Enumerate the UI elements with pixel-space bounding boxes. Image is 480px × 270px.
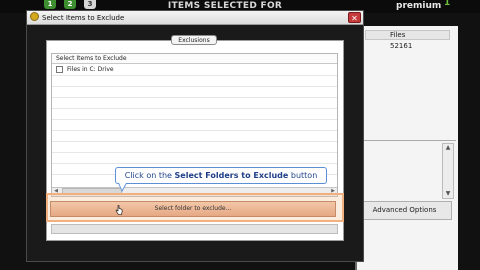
instruction-callout: Click on the Select Folders to Exclude b… (115, 167, 327, 184)
list-gridline (52, 97, 337, 98)
dialog-title: Select Items to Exclude (42, 14, 125, 22)
step-1-badge[interactable]: 1 (44, 0, 56, 9)
dialog-app-icon (30, 12, 39, 21)
list-gridline (52, 119, 337, 120)
dialog-status-bar (51, 224, 338, 234)
files-count: 52161 (390, 42, 413, 50)
callout-pointer-fill (119, 183, 126, 190)
checkbox-icon[interactable] (56, 66, 63, 73)
list-gridline (52, 141, 337, 142)
select-folder-to-exclude-button[interactable]: Select folder to exclude... (50, 201, 336, 217)
list-item-label[interactable]: Files in C: Drive (67, 65, 114, 74)
files-column-header[interactable]: Files (390, 30, 405, 40)
list-column-header-label: Select Items to Exclude (56, 55, 127, 62)
brand-logo: premium (396, 1, 442, 11)
step-2-badge[interactable]: 2 (64, 0, 76, 9)
scroll-up-arrow-icon[interactable]: ▲ (443, 144, 453, 152)
list-gridline (52, 86, 337, 87)
step-3-badge[interactable]: 3 (84, 0, 96, 9)
files-column-header-bg (365, 30, 450, 40)
callout-suffix: button (288, 171, 318, 180)
list-gridline (52, 75, 337, 76)
list-gridline (52, 130, 337, 131)
callout-prefix: Click on the (124, 171, 175, 180)
close-icon[interactable]: ✕ (348, 12, 361, 23)
vertical-scrollbar[interactable]: ▲ ▼ (442, 143, 454, 199)
brand-mark: 1 (444, 0, 451, 8)
advanced-options-button[interactable]: Advanced Options (357, 201, 452, 220)
mouse-cursor-icon (115, 205, 123, 215)
tab-exclusions[interactable]: Exclusions (171, 35, 217, 45)
list-gridline (52, 152, 337, 153)
list-gridline (52, 163, 337, 164)
scroll-down-arrow-icon[interactable]: ▼ (443, 190, 453, 198)
callout-emphasis: Select Folders to Exclude (174, 171, 289, 180)
panel-divider (357, 140, 456, 141)
list-gridline (52, 108, 337, 109)
